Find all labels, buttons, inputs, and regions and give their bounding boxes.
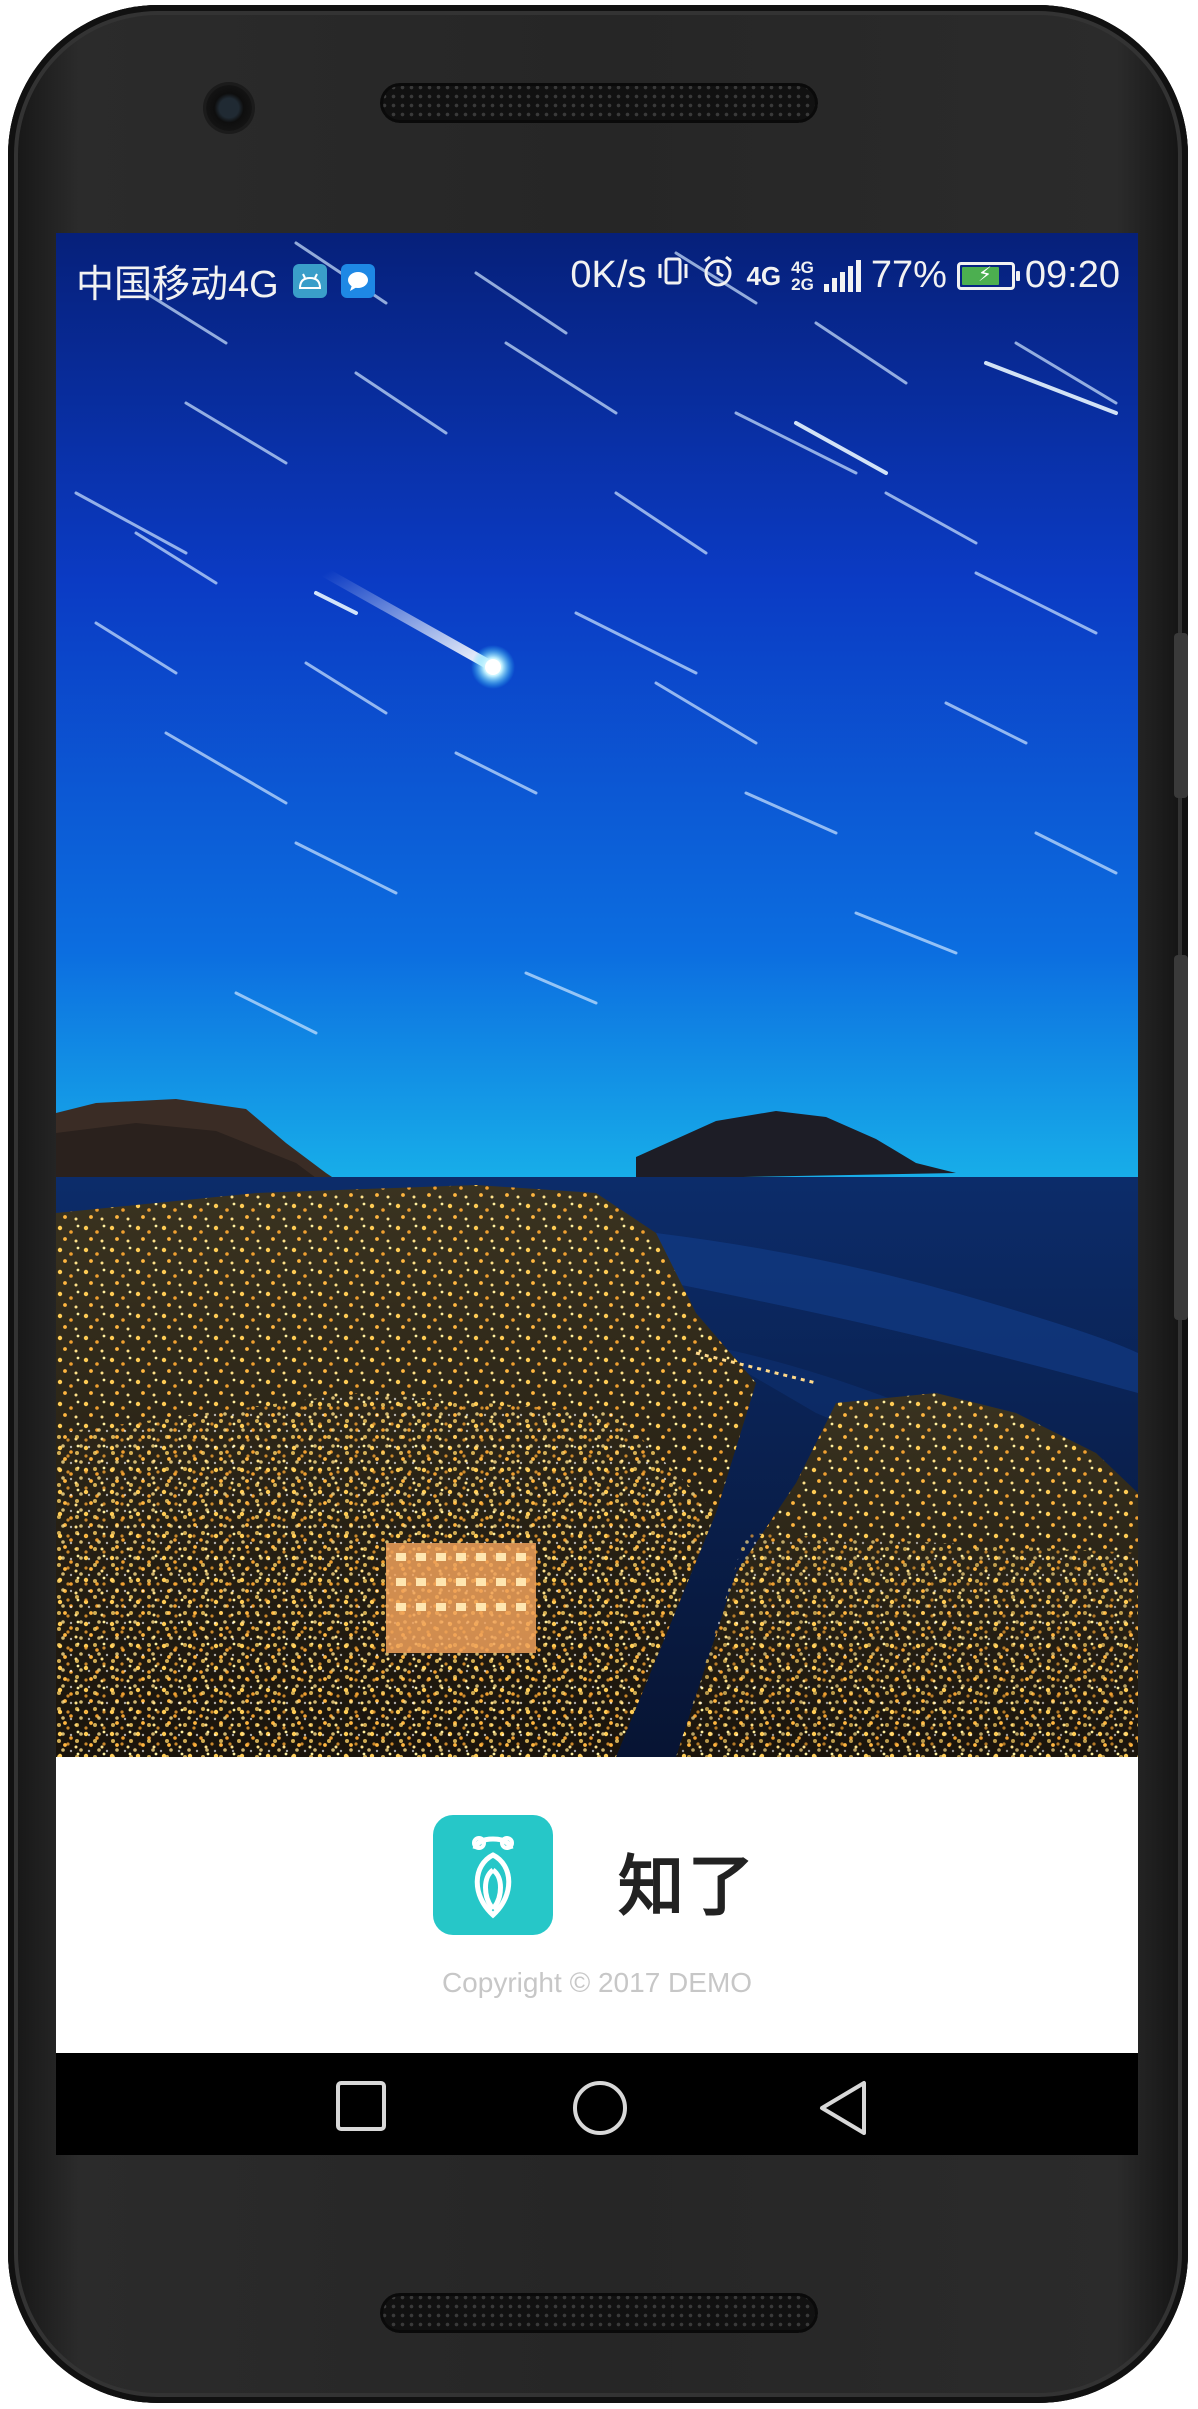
carrier-label: 中国移动4G bbox=[76, 264, 279, 306]
power-button bbox=[1174, 633, 1188, 798]
earpiece-speaker bbox=[380, 83, 818, 123]
recents-button[interactable] bbox=[334, 2079, 388, 2133]
front-camera bbox=[206, 85, 252, 131]
battery-percent: 77% bbox=[870, 254, 947, 296]
screen: 中国移动4G 0K/s 4G 4G 2G 77% ⚡ 09:20 知了 Copy… bbox=[56, 233, 1138, 2155]
copyright-text: Copyright © 2017 DEMO bbox=[441, 1967, 753, 1998]
network-speed: 0K/s bbox=[570, 254, 647, 296]
network-type: 4G bbox=[746, 260, 782, 291]
android-icon bbox=[292, 263, 327, 298]
network-stack-bottom: 2G bbox=[791, 274, 814, 294]
signal-icon bbox=[823, 259, 861, 292]
home-button[interactable] bbox=[571, 2079, 627, 2135]
alarm-icon bbox=[700, 253, 736, 298]
status-bar: 中国移动4G 0K/s 4G 4G 2G 77% ⚡ 09:20 bbox=[56, 233, 1138, 313]
cicada-logo-icon bbox=[433, 1815, 553, 1935]
brand-panel: 知了 Copyright © 2017 DEMO bbox=[56, 1757, 1138, 2053]
network-stack: 4G 2G bbox=[791, 259, 814, 293]
back-button[interactable] bbox=[816, 2079, 870, 2135]
phone-frame: 中国移动4G 0K/s 4G 4G 2G 77% ⚡ 09:20 知了 Copy… bbox=[8, 5, 1188, 2403]
charging-icon: ⚡ bbox=[977, 263, 992, 286]
clock: 09:20 bbox=[1024, 254, 1120, 296]
bottom-speaker bbox=[380, 2293, 818, 2333]
vibrate-icon bbox=[656, 254, 690, 297]
splash-image bbox=[56, 233, 1138, 1757]
navigation-bar bbox=[56, 2053, 1138, 2155]
battery-icon: ⚡ bbox=[956, 261, 1020, 290]
network-stack-top: 4G bbox=[791, 257, 814, 277]
square-icon bbox=[336, 2081, 386, 2131]
message-icon bbox=[340, 263, 375, 298]
circle-icon bbox=[573, 2081, 627, 2135]
volume-button bbox=[1174, 955, 1188, 1320]
triangle-back-icon bbox=[820, 2081, 866, 2135]
app-name: 知了 bbox=[618, 1848, 758, 1925]
